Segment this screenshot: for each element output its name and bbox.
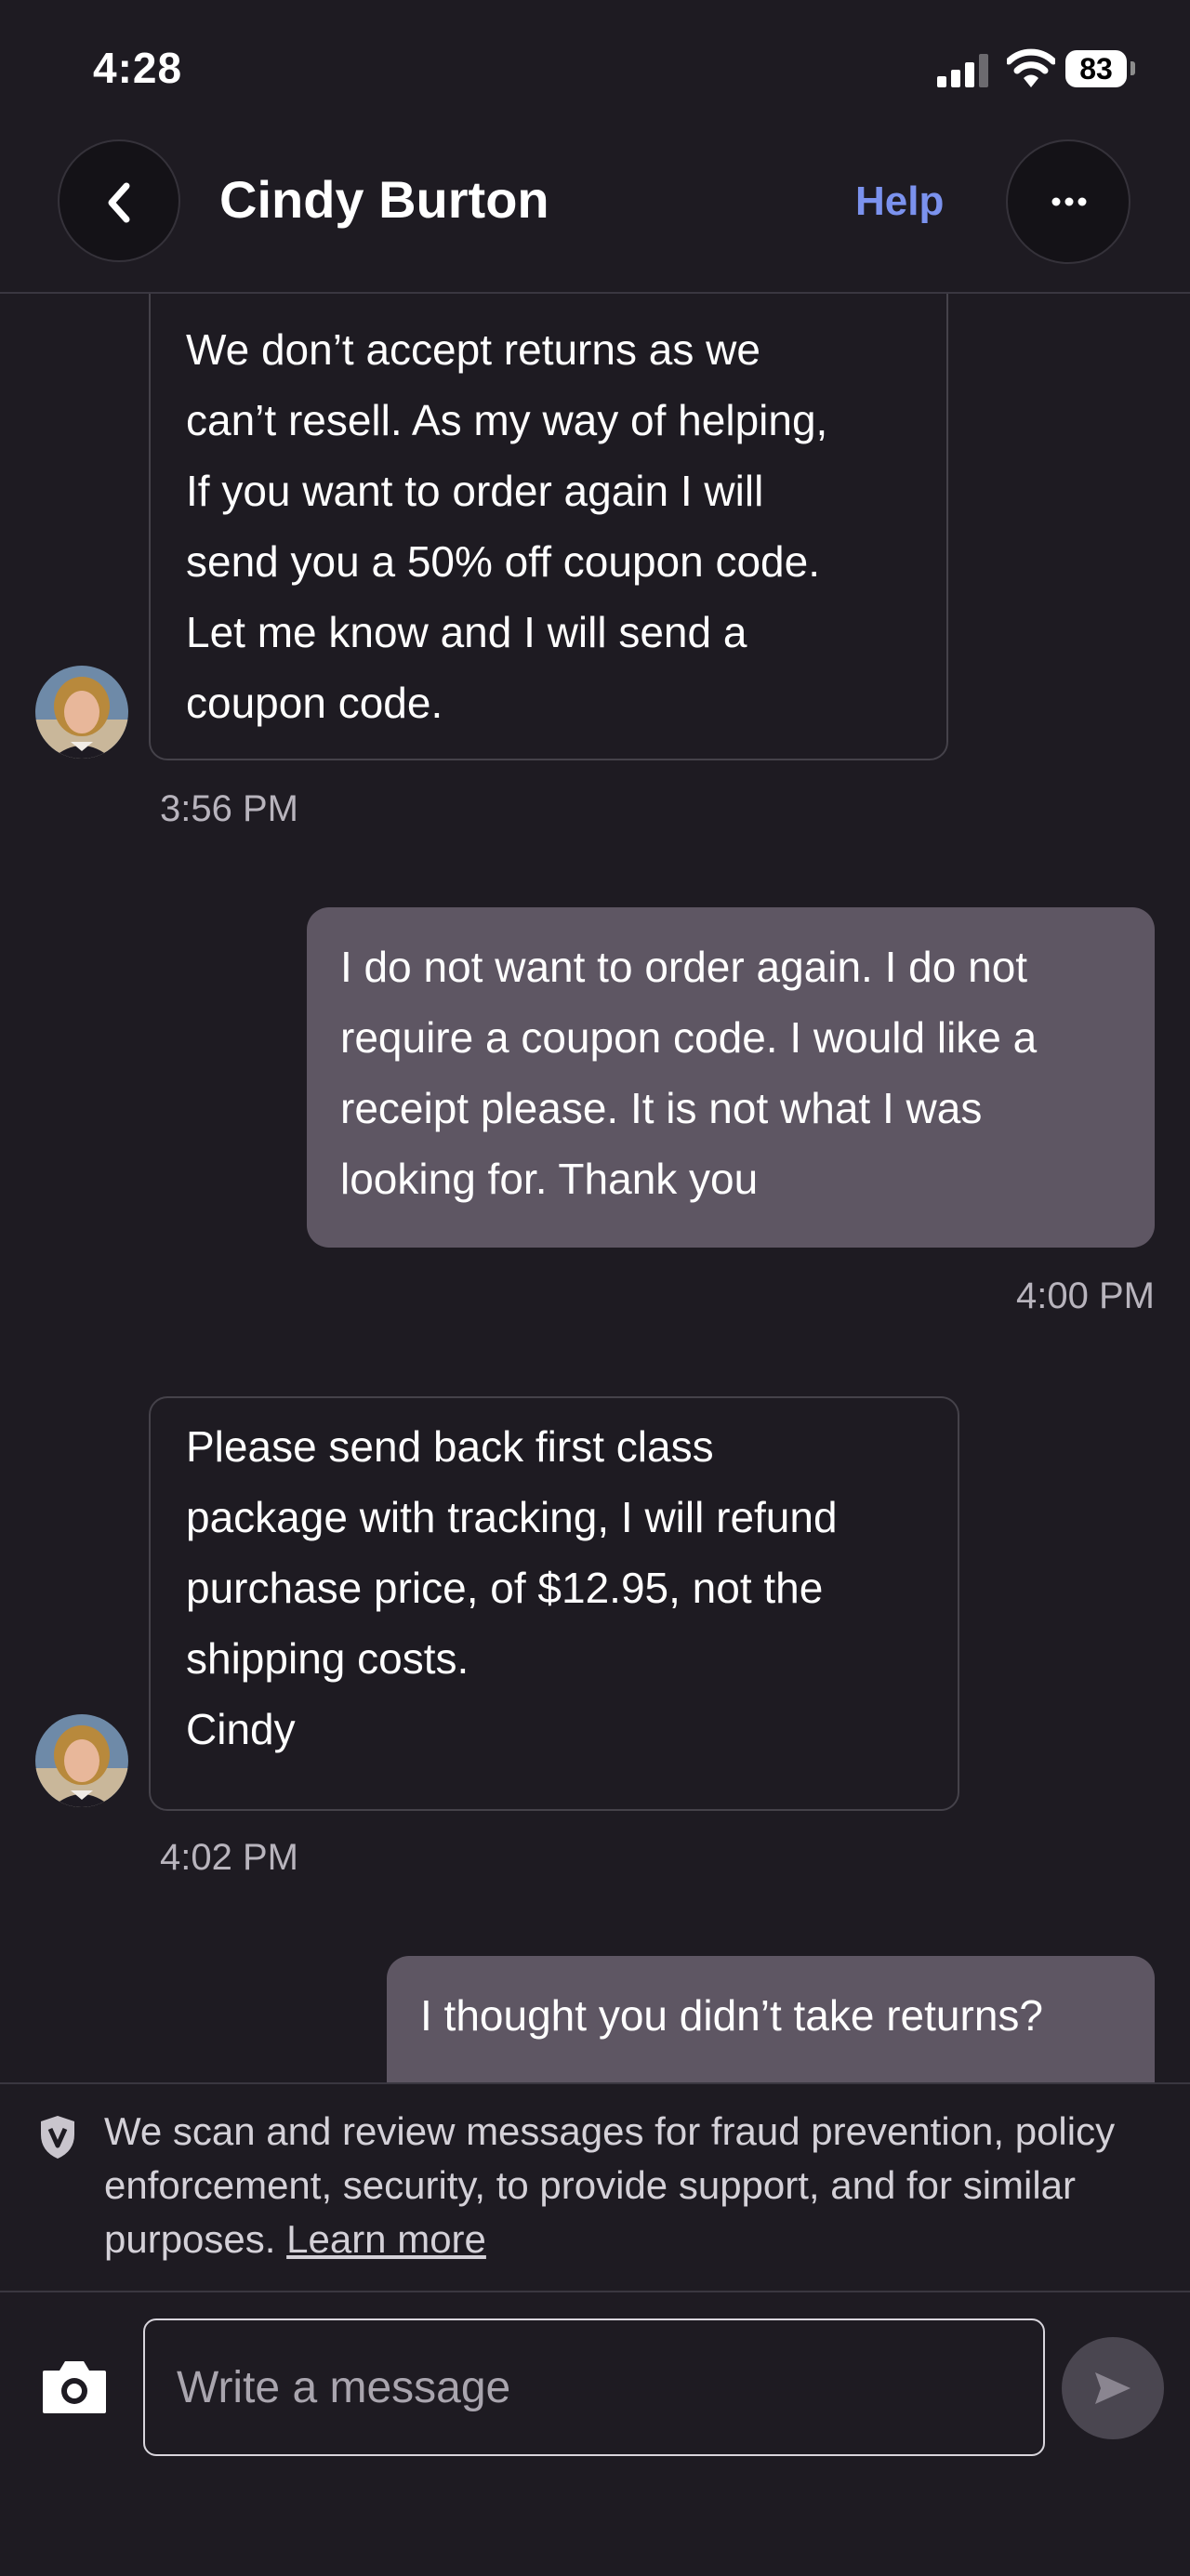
incoming-message: We don’t accept returns as we can’t rese… — [149, 294, 948, 760]
avatar-photo — [35, 1714, 128, 1807]
battery-icon: 83 — [1065, 50, 1127, 87]
learn-more-link[interactable]: Learn more — [286, 2217, 486, 2261]
sender-avatar[interactable] — [35, 666, 128, 759]
message-timestamp: 4:00 PM — [1016, 1275, 1155, 1316]
message-composer — [0, 2292, 1190, 2576]
message-timestamp: 3:56 PM — [160, 788, 298, 829]
back-arrow-icon — [108, 182, 130, 223]
message-input[interactable] — [143, 2318, 1045, 2456]
status-time: 4:28 — [93, 44, 183, 92]
send-button[interactable] — [1062, 2337, 1164, 2439]
camera-icon[interactable] — [39, 2356, 110, 2417]
conversation-header: Cindy Burton Help — [0, 139, 1190, 294]
message-scan-notice: We scan and review messages for fraud pr… — [0, 2082, 1190, 2292]
shield-v-icon — [41, 2116, 74, 2159]
back-button[interactable] — [58, 139, 180, 262]
notice-text: We scan and review messages for fraud pr… — [104, 2105, 1145, 2266]
battery-tip — [1130, 61, 1135, 75]
message-timestamp: 4:02 PM — [160, 1837, 298, 1878]
outgoing-message: I thought you didn’t take returns? — [387, 1956, 1155, 2082]
message-thread[interactable]: We don’t accept returns as we can’t rese… — [0, 294, 1190, 2082]
outgoing-message: I do not want to order again. I do not r… — [307, 907, 1155, 1248]
more-options-button[interactable] — [1006, 139, 1130, 264]
contact-name: Cindy Burton — [219, 170, 549, 229]
send-icon — [1095, 2372, 1130, 2404]
cellular-signal-icon — [937, 54, 991, 87]
status-bar: 4:28 83 — [0, 0, 1190, 139]
wifi-icon — [1007, 48, 1055, 87]
incoming-message: Please send back first class package wit… — [149, 1396, 959, 1811]
more-icon — [1051, 197, 1087, 206]
help-link[interactable]: Help — [855, 178, 944, 225]
avatar-photo — [35, 666, 128, 759]
notice-body: We scan and review messages for fraud pr… — [104, 2109, 1116, 2261]
sender-avatar[interactable] — [35, 1714, 128, 1807]
